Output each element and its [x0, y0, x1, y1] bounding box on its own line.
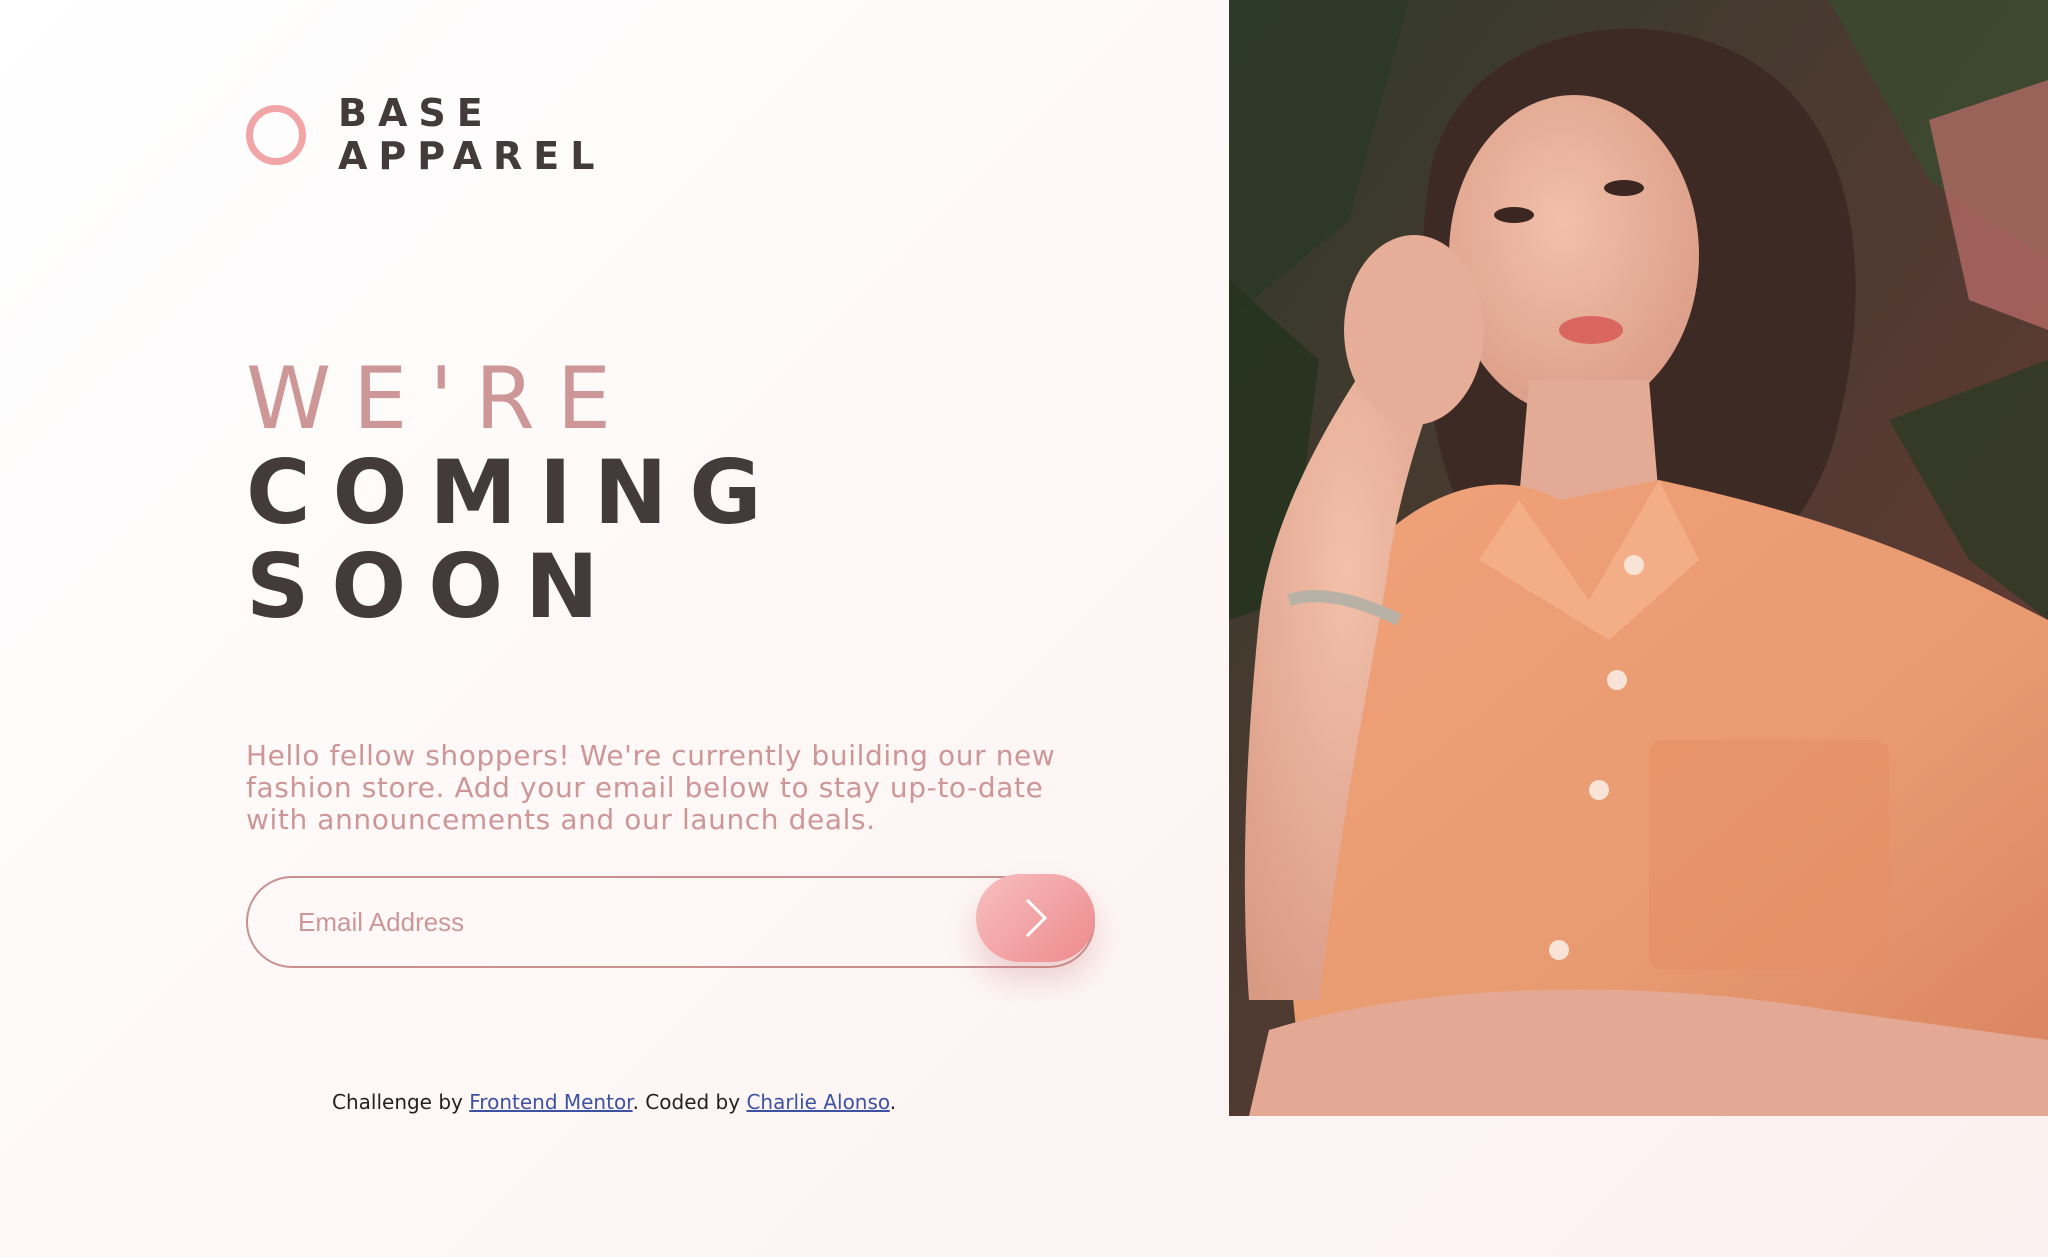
page-title: WE'RE COMING SOON [246, 352, 784, 634]
description-text: Hello fellow shoppers! We're currently b… [246, 739, 1056, 836]
attribution-middle: . Coded by [632, 1090, 747, 1114]
headline-line-2: COMING [246, 441, 784, 544]
attribution: Challenge by Frontend Mentor. Coded by C… [332, 1090, 896, 1114]
frontend-mentor-link[interactable]: Frontend Mentor [469, 1090, 632, 1114]
headline-line-3: SOON [246, 535, 621, 638]
brand-name: BASE APPAREL [338, 92, 605, 178]
brand-line-2: APPAREL [338, 134, 606, 178]
brand-line-1: BASE [338, 91, 494, 135]
arrow-icon [1025, 898, 1047, 938]
signup-form [246, 874, 1095, 968]
content-panel: BASE APPAREL WE'RE COMING SOON Hello fel… [0, 0, 1229, 1257]
submit-button[interactable] [976, 874, 1095, 962]
hero-image [1229, 0, 2048, 1116]
email-input[interactable] [246, 876, 1095, 968]
author-link[interactable]: Charlie Alonso [746, 1090, 889, 1114]
logo: BASE APPAREL [246, 92, 605, 178]
attribution-suffix: . [889, 1090, 897, 1114]
hero-photo-woman-orange-shirt [1229, 0, 2048, 1116]
headline-line-1: WE'RE [246, 349, 634, 449]
attribution-prefix: Challenge by [332, 1090, 470, 1114]
logo-circle-icon [246, 105, 306, 165]
